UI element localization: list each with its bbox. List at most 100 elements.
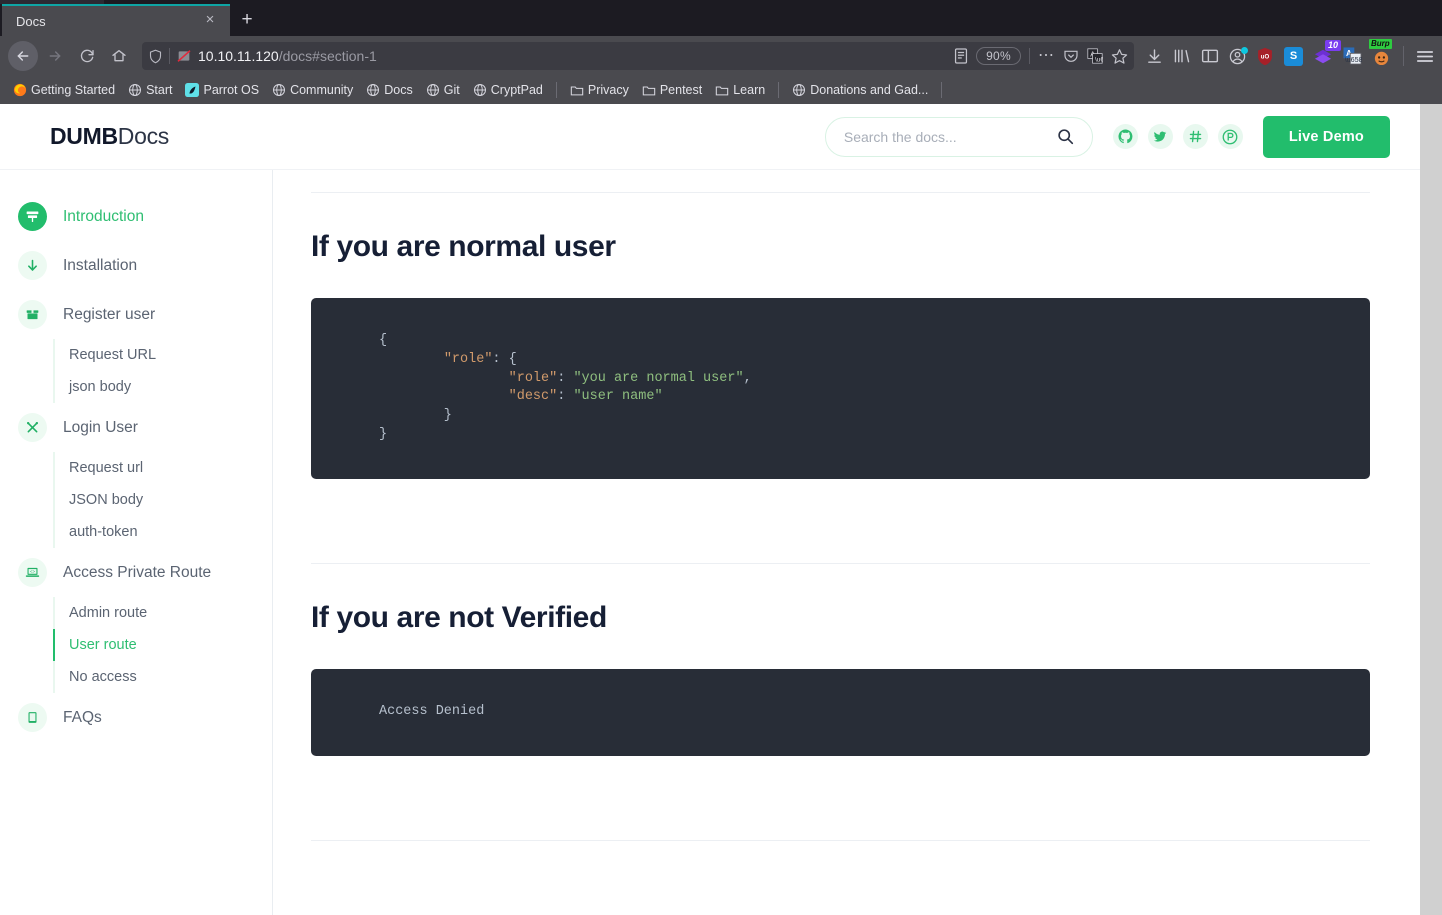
browser-window: Docs × + 10.10.11.120/docs#section-1 90%… <box>0 0 1442 915</box>
live-demo-button[interactable]: Live Demo <box>1262 115 1390 158</box>
burp-suite-icon[interactable]: Burp <box>1369 38 1392 66</box>
product-hunt-icon[interactable] <box>1217 124 1243 149</box>
sidebar-item-installation[interactable]: Installation <box>0 241 272 290</box>
reader-mode-icon[interactable] <box>954 48 968 64</box>
code-content[interactable]: Access Denied <box>311 703 1370 722</box>
bookmark-label: Getting Started <box>31 83 116 97</box>
page-viewport: DUMBDocs Search the docs... Live Demo In… <box>0 104 1442 915</box>
globe-icon <box>473 84 486 96</box>
url-divider-2 <box>1029 48 1030 64</box>
slack-icon[interactable] <box>1182 124 1208 149</box>
shield-icon[interactable] <box>148 49 163 64</box>
bookmark-parrot-os[interactable]: Parrot OS <box>180 81 264 99</box>
section-heading-normal-user: If you are normal user <box>311 230 616 263</box>
signpost-icon <box>18 202 47 231</box>
svg-text:uO: uO <box>1261 54 1270 60</box>
bookmark-donations[interactable]: Donations and Gad... <box>787 81 933 99</box>
sidebar-item-label: Installation <box>63 256 138 274</box>
bookmark-folder-privacy[interactable]: Privacy <box>565 81 634 99</box>
sidebar-item-label: FAQs <box>63 708 102 726</box>
browser-tab-docs[interactable]: Docs × <box>2 4 230 36</box>
insecure-connection-icon[interactable] <box>176 49 192 63</box>
sidebar-item-label: Access Private Route <box>63 563 212 581</box>
close-icon[interactable]: × <box>200 11 220 31</box>
bookmark-start[interactable]: Start <box>123 81 177 99</box>
tab-strip: Docs × + <box>0 0 1442 36</box>
github-icon[interactable] <box>1112 124 1138 149</box>
sidebar-sublist-access-private-route: Admin route User route No access <box>53 597 272 693</box>
header-actions: Live Demo <box>824 115 1390 158</box>
search-icon[interactable] <box>1057 128 1074 145</box>
stylus-icon[interactable]: S <box>1284 46 1303 66</box>
search-input[interactable] <box>843 128 1049 145</box>
sidebar-subitem-request-url[interactable]: Request URL <box>55 339 272 371</box>
sidebar-subitem-json-body[interactable]: JSON body <box>55 484 272 516</box>
page-actions-icon[interactable]: ⋯ <box>1038 48 1055 64</box>
bookmark-community[interactable]: Community <box>267 81 358 99</box>
reload-button[interactable] <box>72 41 102 71</box>
sidebar-subitem-admin-route[interactable]: Admin route <box>55 597 272 629</box>
sidebar-subitem-json-body[interactable]: json body <box>55 371 272 403</box>
svg-text:\u6587: \u6587 <box>1345 55 1362 64</box>
site-logo[interactable]: DUMBDocs <box>50 123 169 150</box>
bookmark-folder-learn[interactable]: Learn <box>710 81 770 99</box>
bookmark-git[interactable]: Git <box>421 81 465 99</box>
forward-button[interactable] <box>40 41 70 71</box>
sidebar-subitem-auth-token[interactable]: auth-token <box>55 516 272 548</box>
sidebar-sublist-register-user: Request URL json body <box>53 339 272 403</box>
folder-icon <box>716 85 729 95</box>
home-button[interactable] <box>104 41 134 71</box>
tablet-icon <box>18 703 47 732</box>
page-scrollbar[interactable] <box>1420 104 1442 915</box>
zoom-level-badge[interactable]: 90% <box>976 47 1021 65</box>
bookmark-cryptpad[interactable]: CryptPad <box>468 81 548 99</box>
code-content[interactable]: { "role": { "role": "you are normal user… <box>311 332 1370 445</box>
sidebar-item-introduction[interactable]: Introduction <box>0 192 272 241</box>
url-divider <box>169 48 170 64</box>
docs-page: DUMBDocs Search the docs... Live Demo In… <box>0 104 1420 915</box>
url-bar[interactable]: 10.10.11.120/docs#section-1 90% ⋯ A\u658… <box>142 42 1134 70</box>
sidebar-item-faqs[interactable]: FAQs <box>0 693 272 742</box>
sidebar-subitem-user-route[interactable]: User route <box>53 629 272 661</box>
sidebar-subitem-no-access[interactable]: No access <box>55 661 272 693</box>
globe-icon <box>273 84 286 96</box>
docs-content: If you are normal user { "role": { "role… <box>273 170 1420 915</box>
bookmarks-divider-3 <box>941 82 943 98</box>
twitter-icon[interactable] <box>1147 124 1173 149</box>
bookmark-getting-started[interactable]: Getting Started <box>8 81 120 99</box>
site-header: DUMBDocs Search the docs... Live Demo <box>0 104 1420 170</box>
account-icon[interactable] <box>1229 46 1248 65</box>
sidebar-item-login-user[interactable]: Login User <box>0 403 272 452</box>
layers-extension-icon[interactable]: 10 <box>1313 40 1341 65</box>
layers-count-badge: 10 <box>1324 40 1341 51</box>
url-path: /docs#section-1 <box>278 48 377 64</box>
bookmark-star-icon[interactable] <box>1111 48 1128 65</box>
sidebar-subitem-request-url[interactable]: Request url <box>55 452 272 484</box>
bookmark-label: Docs <box>384 83 413 97</box>
app-menu-icon[interactable] <box>1416 49 1434 64</box>
bookmark-folder-pentest[interactable]: Pentest <box>637 81 707 99</box>
downloads-icon[interactable] <box>1146 48 1163 65</box>
library-icon[interactable] <box>1173 48 1191 64</box>
sidebar-item-access-private-route[interactable]: <> Access Private Route <box>0 548 272 597</box>
url-text[interactable]: 10.10.11.120/docs#section-1 <box>198 48 948 64</box>
pocket-icon[interactable] <box>1063 48 1079 64</box>
parrot-icon <box>185 83 200 97</box>
bookmark-label: Git <box>443 83 460 97</box>
bookmark-label: Community <box>290 83 354 97</box>
globe-icon <box>426 84 439 96</box>
folder-icon <box>570 85 584 95</box>
sidebar-item-register-user[interactable]: Register user <box>0 290 272 339</box>
url-host: 10.10.11.120 <box>198 48 279 64</box>
bookmark-label: Pentest <box>659 83 703 97</box>
search-box[interactable] <box>824 116 1093 157</box>
translate-icon[interactable]: A\u6587 <box>1087 48 1103 64</box>
bookmark-docs[interactable]: Docs <box>361 81 417 99</box>
back-button[interactable] <box>8 41 38 71</box>
sidebar-toggle-icon[interactable] <box>1201 48 1219 64</box>
ublock-origin-icon[interactable]: uO <box>1256 47 1274 66</box>
new-tab-button[interactable]: + <box>230 4 264 36</box>
translate-extension-icon[interactable]: A\u6587 <box>1343 47 1362 65</box>
bookmark-label: CryptPad <box>490 83 543 97</box>
code-block-normal-user: { "role": { "role": "you are normal user… <box>311 298 1370 479</box>
